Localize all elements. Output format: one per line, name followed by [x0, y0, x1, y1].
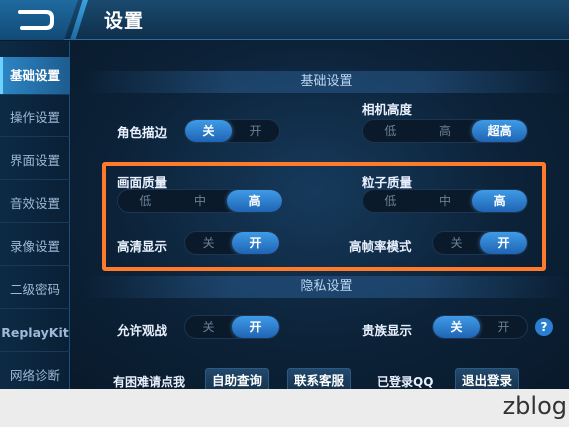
section-basic-title: 基础设置 — [84, 71, 569, 93]
section-privacy-title: 隐私设置 — [84, 276, 569, 298]
camera-option-ultra[interactable]: 超高 — [472, 120, 527, 142]
outline-option-off[interactable]: 关 — [185, 120, 232, 142]
outline-label: 角色描边 — [117, 125, 168, 140]
watch-option-on[interactable]: 开 — [232, 316, 279, 338]
game-settings-screen: 设置 基础设置 操作设置 界面设置 音效设置 录像设置 二级密码 ReplayK… — [0, 0, 569, 427]
sidebar-item-recording[interactable]: 录像设置 — [0, 228, 70, 266]
sidebar-item-audio[interactable]: 音效设置 — [0, 185, 70, 223]
help-icon[interactable]: ? — [535, 318, 553, 336]
back-button[interactable] — [0, 0, 78, 40]
page-title: 设置 — [104, 10, 145, 32]
sidebar-item-basic[interactable]: 基础设置 — [0, 57, 70, 95]
noble-option-on[interactable]: 开 — [480, 316, 527, 338]
watermark-band — [0, 389, 569, 427]
sidebar-item-interface[interactable]: 界面设置 — [0, 142, 70, 180]
header-bar: 设置 — [0, 0, 569, 40]
sidebar: 基础设置 操作设置 界面设置 音效设置 录像设置 二级密码 ReplayKit … — [0, 41, 70, 427]
trouble-text: 有困难请点我 — [113, 375, 186, 389]
camera-option-high[interactable]: 高 — [418, 120, 473, 142]
watch-label: 允许观战 — [117, 323, 168, 338]
outline-toggle[interactable]: 关 开 — [184, 119, 280, 143]
sidebar-item-secondary-password[interactable]: 二级密码 — [0, 271, 70, 309]
logged-in-text: 已登录QQ — [377, 375, 434, 389]
outline-option-on[interactable]: 开 — [232, 120, 279, 142]
camera-option-low[interactable]: 低 — [363, 120, 418, 142]
sidebar-item-controls[interactable]: 操作设置 — [0, 99, 70, 137]
highlight-annotation-box — [102, 162, 546, 271]
noble-option-off[interactable]: 关 — [433, 316, 480, 338]
watch-toggle[interactable]: 关 开 — [184, 315, 280, 339]
noble-label: 贵族显示 — [362, 323, 413, 338]
watermark: zblog — [502, 392, 567, 420]
camera-height-selector[interactable]: 低 高 超高 — [362, 119, 528, 143]
watch-option-off[interactable]: 关 — [185, 316, 232, 338]
back-arrow-icon — [18, 10, 54, 30]
noble-toggle[interactable]: 关 开 — [432, 315, 528, 339]
camera-label: 相机高度 — [362, 102, 413, 117]
sidebar-item-replaykit[interactable]: ReplayKit — [0, 314, 70, 352]
